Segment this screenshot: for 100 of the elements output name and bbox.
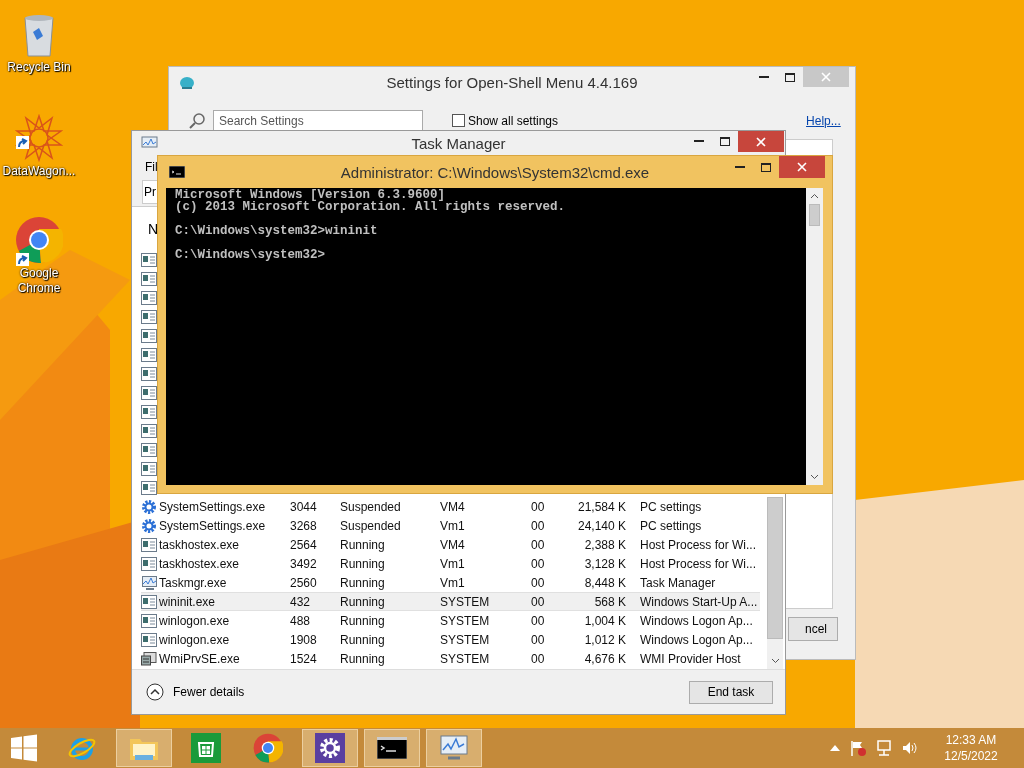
close-icon (797, 162, 807, 172)
help-link[interactable]: Help... (806, 113, 841, 128)
start-icon[interactable] (10, 734, 38, 762)
table-cell-text: 3,128 K (583, 556, 626, 571)
table-cell-text: Host Process for Wi... (640, 556, 758, 571)
command-prompt-icon (169, 166, 185, 178)
gear-icon (141, 517, 157, 534)
star-logo-icon (15, 114, 63, 162)
process-row[interactable]: SystemSettings.exe 3044 Suspended VM4 00 21,584 K PC settings (141, 497, 760, 516)
table-cell-text: 00 (531, 651, 546, 666)
table-cell-text: VM4 (440, 537, 466, 552)
process-name: winlogon.exe (159, 613, 230, 628)
console-line: C:\Windows\system32>wininit (175, 225, 379, 237)
table-cell-text: 1,004 K (583, 613, 626, 628)
close-icon (821, 72, 831, 82)
chevron-up-icon[interactable] (830, 745, 840, 751)
search-icon (189, 112, 205, 129)
window-app-icon (141, 556, 157, 571)
process-row[interactable]: taskhostex.exe 3492 Running Vm1 00 3,128 K Host Process for Wi... (141, 554, 760, 573)
table-cell-text: 00 (531, 575, 546, 590)
process-row[interactable]: winlogon.exe 1908 Running SYSTEM 00 1,012 K Windows Logon Ap... (141, 630, 760, 649)
scroll-down-icon[interactable] (770, 658, 780, 664)
window-app-icon (141, 537, 157, 552)
table-cell-text: 3044 (290, 499, 318, 514)
table-cell-text: Host Process for Wi... (640, 537, 758, 552)
table-cell-text: 2564 (290, 537, 318, 552)
clock-time: 12:33 AM (945, 732, 997, 748)
process-row[interactable]: Taskmgr.exe 2560 Running Vm1 00 8,448 K Task Manager (141, 573, 760, 592)
window-title: Task Manager (411, 135, 506, 152)
performance-monitor-icon (140, 136, 158, 151)
checkbox-label: Show all settings (468, 113, 559, 128)
table-cell-text: 3268 (290, 518, 318, 533)
volume-icon[interactable] (902, 740, 918, 756)
scroll-thumb[interactable] (809, 204, 820, 226)
end-task-button[interactable]: End task (689, 680, 773, 704)
process-row[interactable]: SystemSettings.exe 3268 Suspended Vm1 00 24,140 K PC settings (141, 516, 760, 535)
menu-item[interactable]: Fil (145, 160, 158, 174)
table-cell-text: PC settings (640, 499, 703, 514)
table-cell-text: Running (340, 575, 386, 590)
flag-icon[interactable] (850, 740, 866, 756)
settings-icon[interactable] (315, 733, 345, 763)
scroll-down-icon[interactable] (810, 474, 819, 480)
table-cell-text: WMI Provider Host (640, 651, 742, 666)
scrollbar[interactable] (806, 188, 823, 485)
table-cell-text: 4,676 K (583, 651, 626, 666)
table-cell-text: 00 (531, 632, 546, 647)
table-cell-text: 2,388 K (583, 537, 626, 552)
search-field[interactable]: Search Settings (213, 110, 423, 131)
store-icon[interactable] (191, 733, 221, 763)
scrollbar[interactable] (767, 497, 783, 669)
column-header[interactable]: N (148, 221, 159, 237)
window-app-icon (141, 632, 157, 647)
window-app-icon (141, 252, 157, 267)
checkbox[interactable] (452, 114, 465, 127)
collapse-icon[interactable] (146, 683, 164, 701)
minimize-icon (759, 76, 769, 78)
window-app-icon (141, 328, 157, 343)
process-row[interactable]: taskhostex.exe 2564 Running VM4 00 2,388 K Host Process for Wi... (141, 535, 760, 554)
scroll-up-icon[interactable] (810, 193, 819, 199)
process-row[interactable]: wininit.exe 432 Running SYSTEM 00 568 K Windows Start-Up A... (141, 592, 760, 611)
clock-date: 12/5/2022 (944, 748, 998, 764)
table-cell-text: 8,448 K (583, 575, 626, 590)
server-app-icon (141, 651, 157, 666)
process-name: taskhostex.exe (159, 556, 240, 571)
table-cell-text: 488 (290, 613, 312, 628)
network-icon[interactable] (876, 740, 892, 756)
chrome-icon[interactable] (253, 733, 283, 763)
process-name: winlogon.exe (159, 632, 230, 647)
table-cell-text: 1,012 K (583, 632, 626, 647)
window-app-icon (141, 347, 157, 362)
tab[interactable]: Pr (142, 180, 158, 204)
table-cell-text: VM4 (440, 499, 466, 514)
table-cell-text: Running (340, 556, 386, 571)
close-icon (756, 136, 766, 147)
scroll-thumb[interactable] (767, 497, 783, 639)
cancel-button[interactable]: ncel (788, 617, 838, 641)
window-app-icon (141, 309, 157, 324)
table-cell-text: 1524 (290, 651, 318, 666)
window-app-icon (141, 271, 157, 286)
table-cell-text: Windows Logon Ap... (640, 632, 754, 647)
window-app-icon (141, 423, 157, 438)
table-cell-text: 432 (290, 594, 312, 609)
table-cell-text: 24,140 K (576, 518, 626, 533)
minimize-icon (694, 140, 704, 142)
table-cell-text: PC settings (640, 518, 703, 533)
table-cell-text: Running (340, 613, 386, 628)
process-name: WmiPrvSE.exe (159, 651, 240, 666)
fewer-details-link[interactable]: Fewer details (173, 685, 245, 699)
command-prompt-icon[interactable] (377, 737, 407, 759)
window-app-icon (141, 461, 157, 476)
performance-monitor-icon[interactable] (439, 735, 469, 761)
window-app-icon (141, 385, 157, 400)
table-cell-text: 00 (531, 518, 546, 533)
process-name: wininit.exe (159, 594, 216, 609)
maximize-icon (761, 162, 771, 172)
process-row[interactable]: winlogon.exe 488 Running SYSTEM 00 1,004 K Windows Logon Ap... (141, 611, 760, 630)
process-row[interactable]: WmiPrvSE.exe 1524 Running SYSTEM 00 4,676 K WMI Provider Host (141, 649, 760, 668)
table-cell-text: 00 (531, 499, 546, 514)
table-cell-text: Windows Start-Up A... (640, 594, 759, 609)
minimize-icon (735, 166, 745, 168)
